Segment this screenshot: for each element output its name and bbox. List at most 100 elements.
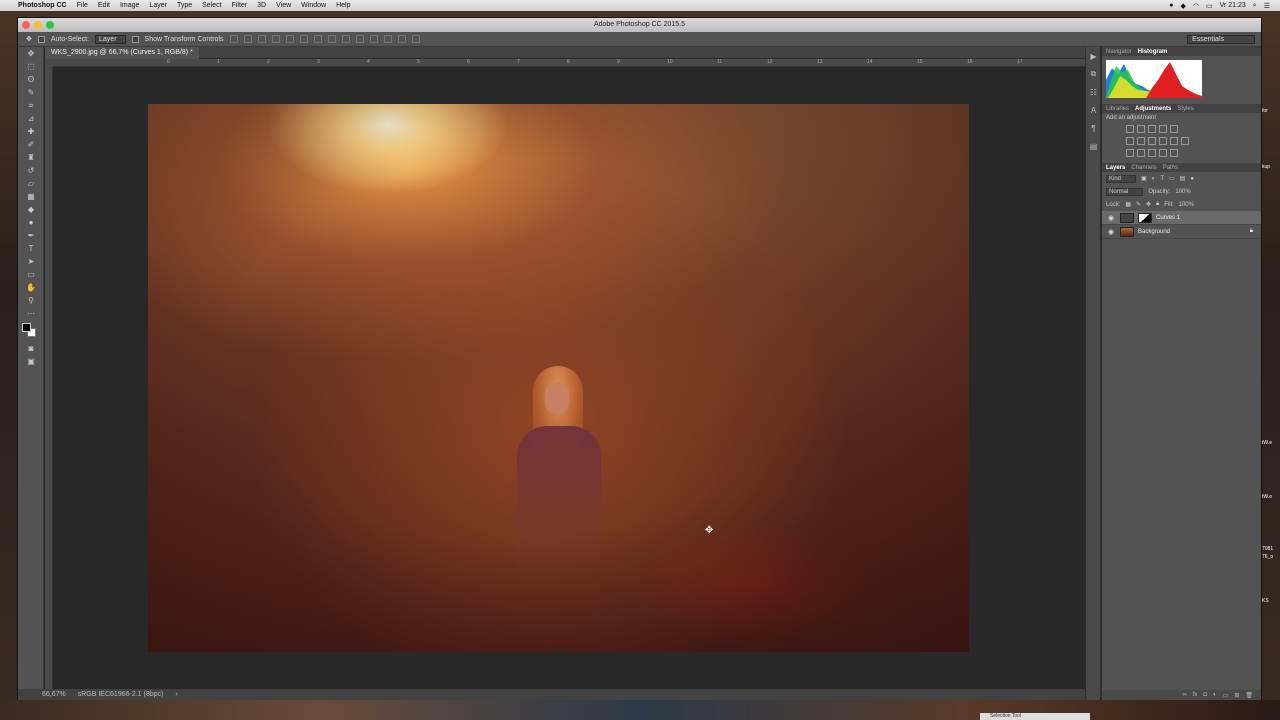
battery-icon[interactable]: ▭ — [1206, 2, 1213, 10]
threshold-icon[interactable] — [1148, 149, 1156, 157]
character-icon[interactable]: A — [1086, 101, 1101, 119]
layer-comps-icon[interactable]: ▤ — [1086, 137, 1101, 155]
visibility-eye-icon[interactable]: ◉ — [1106, 228, 1116, 236]
layer-lock-icon[interactable]: 🔒︎ — [1250, 228, 1253, 235]
tab-libraries[interactable]: Libraries — [1106, 106, 1129, 112]
3d-mode-icon[interactable] — [411, 35, 420, 43]
menu-select[interactable]: Select — [202, 2, 221, 9]
distribute-top-icon[interactable] — [313, 35, 322, 43]
new-layer-icon[interactable]: ⊞ — [1234, 692, 1239, 699]
tab-paths[interactable]: Paths — [1163, 165, 1178, 171]
zoom-level[interactable]: 66,67% — [42, 691, 66, 698]
horizontal-ruler[interactable]: 0 1 2 3 4 5 6 7 8 9 10 11 12 13 14 15 16… — [53, 59, 1085, 67]
layer-name[interactable]: Background — [1138, 229, 1170, 235]
layer-style-icon[interactable]: fx — [1193, 692, 1198, 698]
lock-pixels-icon[interactable]: ✎ — [1136, 201, 1141, 208]
blend-mode-dropdown[interactable]: Normal — [1106, 187, 1144, 196]
zoom-button[interactable] — [46, 21, 54, 29]
new-adjustment-icon[interactable]: ◐ — [1213, 692, 1217, 698]
gradient-tool-icon[interactable]: ▦ — [18, 190, 44, 203]
channel-mixer-icon[interactable] — [1170, 137, 1178, 145]
add-mask-icon[interactable]: ◘ — [1203, 692, 1207, 698]
filter-pixel-icon[interactable]: ▣ — [1141, 175, 1147, 182]
menu-type[interactable]: Type — [177, 2, 192, 9]
layer-row-background[interactable]: ◉ Background 🔒︎ — [1102, 225, 1261, 239]
filter-type-icon[interactable]: T — [1160, 176, 1164, 182]
auto-align-icon[interactable] — [397, 35, 406, 43]
opacity-value[interactable]: 100% — [1175, 189, 1190, 195]
crop-tool-icon[interactable]: ⌗ — [18, 99, 44, 112]
menubar-clock[interactable]: Vr 21:23 — [1220, 2, 1246, 9]
blur-tool-icon[interactable]: ◆ — [18, 203, 44, 216]
screen-mode-icon[interactable]: ▣ — [18, 355, 44, 368]
history-icon[interactable]: ⧉ — [1086, 65, 1101, 83]
wifi-icon[interactable]: ◠ — [1193, 2, 1199, 10]
brush-tool-icon[interactable]: ✐ — [18, 138, 44, 151]
vertical-ruler[interactable] — [45, 67, 53, 689]
minimize-button[interactable] — [34, 21, 42, 29]
visibility-eye-icon[interactable]: ◉ — [1106, 214, 1116, 222]
auto-select-checkbox[interactable] — [37, 35, 45, 43]
menu-view[interactable]: View — [276, 2, 291, 9]
lock-transparent-icon[interactable]: ▦ — [1125, 201, 1131, 208]
eyedropper-tool-icon[interactable]: ⊿ — [18, 112, 44, 125]
desktop-label[interactable]: 7081 — [1262, 546, 1280, 552]
posterize-icon[interactable] — [1137, 149, 1145, 157]
fill-value[interactable]: 100% — [1179, 202, 1194, 208]
menu-app-name[interactable]: Photoshop CC — [18, 2, 67, 9]
status-icon-2[interactable]: ◆ — [1180, 2, 1185, 10]
filter-toggle-icon[interactable]: ● — [1190, 176, 1194, 182]
curves-icon[interactable] — [1148, 125, 1156, 133]
spotlight-icon[interactable]: ⌕ — [1253, 2, 1257, 10]
clipping-warning-icon[interactable]: ▲ — [1190, 58, 1198, 67]
pen-tool-icon[interactable]: ✒ — [18, 229, 44, 242]
layer-kind-filter[interactable]: Kind — [1106, 174, 1137, 183]
lock-all-icon[interactable]: 🔒︎ — [1156, 201, 1159, 208]
align-middle-icon[interactable] — [243, 35, 252, 43]
align-left-icon[interactable] — [271, 35, 280, 43]
gradient-map-icon[interactable] — [1159, 149, 1167, 157]
desktop-label[interactable]: kup — [1262, 164, 1280, 170]
dodge-tool-icon[interactable]: ● — [18, 216, 44, 229]
layer-mask-thumbnail[interactable] — [1138, 212, 1152, 223]
photo-filter-icon[interactable] — [1159, 137, 1167, 145]
paragraph-icon[interactable]: ¶ — [1086, 119, 1101, 137]
move-tool-icon[interactable]: ✥ — [18, 47, 44, 60]
desktop-label[interactable]: tW.e — [1262, 440, 1280, 446]
align-center-icon[interactable] — [285, 35, 294, 43]
document-tab[interactable]: WKS_2900.jpg @ 66,7% (Curves 1, RGB/8) * — [45, 47, 199, 59]
notification-icon[interactable]: ☰ — [1264, 2, 1270, 10]
align-top-icon[interactable] — [229, 35, 238, 43]
close-button[interactable] — [22, 21, 30, 29]
desktop-label[interactable]: tW.e — [1262, 494, 1280, 500]
distribute-bottom-icon[interactable] — [341, 35, 350, 43]
move-tool-icon[interactable]: ✥ — [26, 35, 32, 43]
play-icon[interactable]: ▶ — [1086, 47, 1101, 65]
distribute-left-icon[interactable] — [355, 35, 364, 43]
tab-styles[interactable]: Styles — [1177, 106, 1193, 112]
menu-edit[interactable]: Edit — [98, 2, 110, 9]
status-icon-1[interactable]: ● — [1169, 2, 1173, 9]
menu-image[interactable]: Image — [120, 2, 139, 9]
more-tools-icon[interactable]: ⋯ — [18, 307, 44, 320]
link-layers-icon[interactable]: ∞ — [1182, 692, 1186, 698]
desktop-label[interactable]: 76_o — [1262, 554, 1280, 560]
new-group-icon[interactable]: ▭ — [1223, 692, 1229, 699]
tab-channels[interactable]: Channels — [1131, 165, 1156, 171]
auto-select-dropdown[interactable]: Layer — [95, 34, 126, 44]
distribute-middle-icon[interactable] — [327, 35, 336, 43]
color-balance-icon[interactable] — [1137, 137, 1145, 145]
lock-position-icon[interactable]: ✥ — [1146, 201, 1151, 208]
type-tool-icon[interactable]: T — [18, 242, 44, 255]
marquee-tool-icon[interactable]: ⬚ — [18, 60, 44, 73]
zoom-tool-icon[interactable]: ⚲ — [18, 294, 44, 307]
tab-adjustments[interactable]: Adjustments — [1135, 106, 1171, 112]
desktop-label[interactable]: for — [1262, 108, 1280, 114]
foreground-color-swatch[interactable] — [22, 323, 31, 332]
hue-saturation-icon[interactable] — [1126, 137, 1134, 145]
menu-layer[interactable]: Layer — [149, 2, 167, 9]
menu-filter[interactable]: Filter — [232, 2, 248, 9]
invert-icon[interactable] — [1126, 149, 1134, 157]
tab-navigator[interactable]: Navigator — [1106, 49, 1132, 55]
layer-row-curves[interactable]: ◉ Curves 1 — [1102, 211, 1261, 225]
